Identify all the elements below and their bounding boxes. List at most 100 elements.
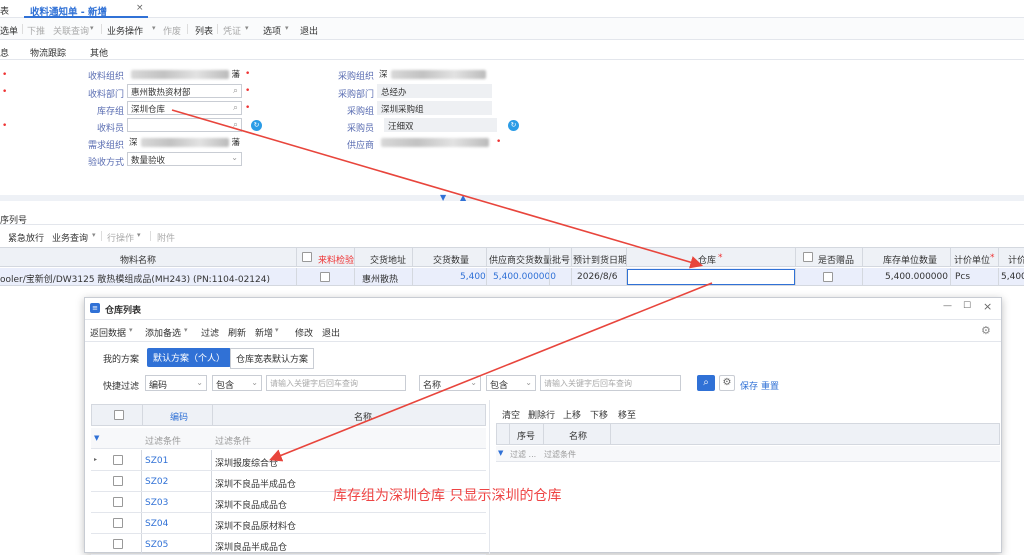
row-checkbox[interactable]: [113, 539, 123, 549]
demand-org-field[interactable]: 深 藩: [127, 135, 242, 149]
row-ops-button[interactable]: 行操作: [107, 231, 134, 244]
warehouse-scheme-button[interactable]: 仓库宽表默认方案: [230, 348, 315, 369]
selected-filter-row[interactable]: ▼ 过滤 ... 过滤条件: [496, 446, 1000, 462]
search-icon[interactable]: ⌕: [697, 375, 715, 391]
incoming-check-all-checkbox[interactable]: [302, 252, 312, 262]
toolbar-exit[interactable]: 退出: [300, 24, 318, 37]
collapse-up-icon[interactable]: ▲: [460, 193, 466, 202]
exit-button[interactable]: 退出: [322, 326, 340, 339]
code-cell[interactable]: SZ02: [145, 477, 168, 487]
filter2-input[interactable]: 请输入关键字后回车查询: [540, 375, 681, 391]
refresh-icon[interactable]: ↻: [251, 120, 262, 131]
col-lot-no[interactable]: 批号: [552, 253, 570, 266]
purch-org-field[interactable]: 深: [377, 67, 492, 81]
code-cell[interactable]: SZ04: [145, 519, 168, 529]
col-supplier-qty[interactable]: 供应商交货数量: [489, 253, 552, 266]
filter-button[interactable]: 过滤: [201, 326, 219, 339]
add-alternate-button[interactable]: 添加备选: [145, 326, 181, 339]
filter1-input[interactable]: 请输入关键字后回车查询: [266, 375, 406, 391]
incoming-check-checkbox[interactable]: [320, 272, 330, 282]
close-icon[interactable]: ×: [136, 3, 144, 13]
gift-checkbox[interactable]: [823, 272, 833, 282]
filter1-field-select[interactable]: 编码 ⌄: [145, 375, 207, 391]
table-row[interactable]: SZ05 深圳良品半成品仓: [91, 534, 486, 555]
tab-logistics[interactable]: 物流跟踪: [30, 46, 66, 59]
receiver-field[interactable]: ⌕: [127, 118, 242, 132]
row-checkbox[interactable]: [113, 518, 123, 528]
purch-dept-field[interactable]: 总经办: [377, 84, 492, 98]
gear-icon[interactable]: ⚙: [719, 375, 735, 391]
close-icon[interactable]: ×: [983, 300, 992, 313]
toolbar-options[interactable]: 选项: [263, 24, 281, 37]
filter2-field-select[interactable]: 名称 ⌄: [419, 375, 481, 391]
clear-button[interactable]: 清空: [502, 408, 520, 421]
settings-icon[interactable]: ⚙: [981, 324, 991, 337]
toolbar-voucher[interactable]: 凭证: [223, 24, 241, 37]
table-row[interactable]: SZ04 深圳不良品原材料仓: [91, 513, 486, 534]
filter1-op-select[interactable]: 包含 ⌄: [212, 375, 262, 391]
date-cell[interactable]: 2026/8/6: [577, 272, 617, 282]
unit-cell[interactable]: Pcs: [955, 272, 970, 282]
move-up-button[interactable]: 上移: [563, 408, 581, 421]
tab-other[interactable]: 其他: [90, 46, 108, 59]
code-cell[interactable]: SZ01: [145, 456, 168, 466]
col-price[interactable]: 计价: [1008, 253, 1024, 266]
col-name[interactable]: 名称: [354, 410, 372, 423]
urgent-release-button[interactable]: 紧急放行: [8, 231, 44, 244]
col-material-name[interactable]: 物料名称: [120, 253, 156, 266]
collapse-down-icon[interactable]: ▼: [440, 193, 446, 202]
minimize-icon[interactable]: —: [943, 301, 952, 311]
row-checkbox[interactable]: [113, 497, 123, 507]
select-all-checkbox[interactable]: [114, 410, 124, 420]
recv-dept-field[interactable]: 惠州散热资材部 ⌕: [127, 84, 242, 98]
tab-home-fragment[interactable]: 表: [0, 4, 9, 17]
recv-org-field[interactable]: 藩: [127, 67, 242, 81]
qty-cell[interactable]: 5,400: [460, 272, 486, 282]
row-checkbox[interactable]: [113, 476, 123, 486]
row-checkbox[interactable]: [113, 455, 123, 465]
col-incoming-check[interactable]: 来料检验: [318, 253, 354, 266]
save-scheme-link[interactable]: 保存: [740, 379, 758, 392]
delete-row-button[interactable]: 删除行: [528, 408, 555, 421]
col-delivery-address[interactable]: 交货地址: [370, 253, 406, 266]
reset-link[interactable]: 重置: [761, 379, 779, 392]
stock-group-field[interactable]: 深圳仓库 ⌕: [127, 101, 242, 115]
col-is-gift[interactable]: 是否赠品: [818, 253, 854, 266]
refresh-button[interactable]: 刷新: [228, 326, 246, 339]
col-stock-qty[interactable]: 库存单位数量: [883, 253, 937, 266]
col-warehouse[interactable]: 仓库: [698, 253, 716, 266]
code-cell[interactable]: SZ05: [145, 540, 168, 550]
purchaser-field[interactable]: 汪细双: [384, 118, 497, 132]
supplier-qty-cell[interactable]: 5,400.000000: [493, 272, 556, 282]
col-code[interactable]: 编码: [170, 410, 188, 423]
filter-row[interactable]: ▼ 过滤条件 过滤条件: [91, 428, 486, 449]
toolbar-business-ops[interactable]: 业务操作: [107, 24, 143, 37]
edit-button[interactable]: 修改: [295, 326, 313, 339]
maximize-icon[interactable]: ☐: [963, 301, 971, 311]
move-down-button[interactable]: 下移: [590, 408, 608, 421]
toolbar-related-query[interactable]: 关联查询: [53, 24, 89, 37]
move-to-button[interactable]: 移至: [618, 408, 636, 421]
toolbar-list[interactable]: 列表: [195, 24, 213, 37]
attachment-button[interactable]: 附件: [157, 231, 175, 244]
new-button[interactable]: 新增: [255, 326, 273, 339]
code-cell[interactable]: SZ03: [145, 498, 168, 508]
table-row[interactable]: ▸ SZ01 深圳报废综合仓: [91, 450, 486, 471]
toolbar-select-bill[interactable]: 选单: [0, 24, 18, 37]
col-price-unit[interactable]: 计价单位: [954, 253, 990, 266]
return-data-button[interactable]: 返回数据: [90, 326, 126, 339]
toolbar-void[interactable]: 作废: [163, 24, 181, 37]
business-query-button[interactable]: 业务查询: [52, 231, 88, 244]
warehouse-input[interactable]: [627, 269, 795, 285]
col-delivery-qty[interactable]: 交货数量: [433, 253, 469, 266]
default-scheme-button[interactable]: 默认方案（个人）: [147, 348, 232, 367]
splitter-bar[interactable]: [0, 195, 1024, 201]
tab-info[interactable]: 息: [0, 46, 9, 59]
check-method-select[interactable]: 数量验收 ⌄: [127, 152, 242, 166]
filter2-op-select[interactable]: 包含 ⌄: [486, 375, 536, 391]
table-row[interactable]: ooler/宝新创/DW3125 散热模组成品(MH243) (PN:1104-…: [0, 268, 1024, 286]
purch-group-field[interactable]: 深圳采购组: [377, 101, 492, 115]
gift-all-checkbox[interactable]: [803, 252, 813, 262]
refresh-icon[interactable]: ↻: [508, 120, 519, 131]
toolbar-push-down[interactable]: 下推: [27, 24, 45, 37]
